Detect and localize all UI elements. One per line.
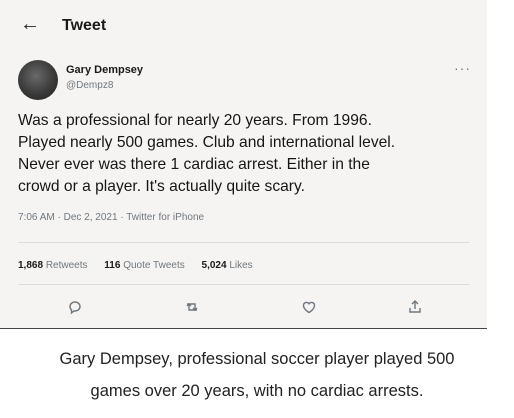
caption-line-2: games over 20 years, with no cardiac arr… [90, 382, 424, 400]
header-title: Tweet [62, 17, 107, 34]
tweet-header: ← Tweet [0, 8, 487, 44]
tweet-text: Was a professional for nearly 20 years. … [18, 112, 396, 195]
retweet-icon[interactable] [181, 296, 203, 318]
quote-tweets-stat[interactable]: 116 Quote Tweets [104, 260, 184, 271]
share-icon[interactable] [404, 296, 426, 318]
retweets-label: Retweets [45, 260, 88, 271]
caption-line-1: Gary Dempsey, professional soccer player… [59, 350, 455, 368]
author-handle[interactable]: @Dempz8 [66, 80, 113, 91]
quote-label: Quote Tweets [123, 260, 185, 271]
tweet-screenshot: ← Tweet Gary Dempsey @Dempz8 ··· Was a p… [0, 0, 487, 328]
tweet-stats: 1,868 Retweets 116 Quote Tweets 5,024 Li… [18, 260, 267, 271]
likes-label: Likes [229, 260, 253, 271]
left-arrow-icon[interactable]: ← [20, 14, 40, 34]
quote-count: 116 [104, 260, 121, 271]
tweet-time: 7:06 AM [18, 212, 55, 223]
retweets-stat[interactable]: 1,868 Retweets [18, 260, 88, 271]
reply-icon[interactable] [64, 296, 86, 318]
like-icon[interactable] [298, 296, 320, 318]
author-name[interactable]: Gary Dempsey [66, 64, 143, 76]
divider [18, 242, 469, 243]
avatar[interactable] [18, 60, 58, 100]
tweet-source[interactable]: Twitter for iPhone [126, 212, 204, 223]
retweets-count: 1,868 [18, 260, 44, 271]
likes-count: 5,024 [201, 260, 227, 271]
caption-separator [0, 328, 487, 329]
tweet-actions [0, 296, 487, 318]
more-dots-icon[interactable]: ··· [454, 60, 471, 76]
tweet-meta: 7:06 AM · Dec 2, 2021 · Twitter for iPho… [18, 212, 204, 223]
likes-stat[interactable]: 5,024 Likes [202, 260, 253, 271]
divider [18, 284, 469, 285]
tweet-date: Dec 2, 2021 [63, 212, 118, 223]
